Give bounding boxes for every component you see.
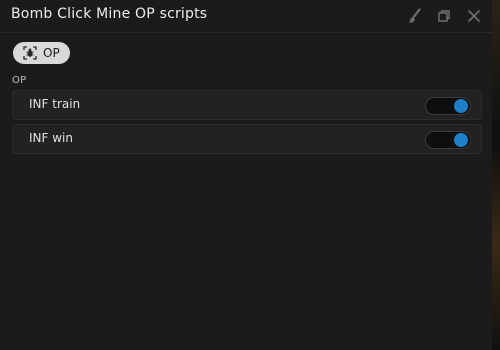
toggle-row-inf-win[interactable]: INF win [12,124,482,154]
toggle-knob [454,133,468,147]
toggle-label: INF train [29,97,81,111]
toggle-switch-inf-train[interactable] [425,97,471,115]
script-window: Bomb Click Mine OP scripts OP OP INF tra… [0,0,492,350]
toggle-switch-inf-win[interactable] [425,131,471,149]
tab-label: OP [43,46,60,60]
title-bar[interactable]: Bomb Click Mine OP scripts [0,0,492,33]
toggle-label: INF win [29,131,73,145]
close-icon[interactable] [464,6,484,26]
bug-icon [23,46,37,60]
title-bar-controls [404,6,484,26]
restore-icon[interactable] [434,6,454,26]
window-title: Bomb Click Mine OP scripts [11,6,208,22]
paintbrush-icon[interactable] [404,6,424,26]
background-edge [492,0,500,350]
toggle-row-inf-train[interactable]: INF train [12,90,482,120]
tab-op[interactable]: OP [13,42,70,64]
section-label: OP [12,75,27,86]
toggle-knob [454,99,468,113]
